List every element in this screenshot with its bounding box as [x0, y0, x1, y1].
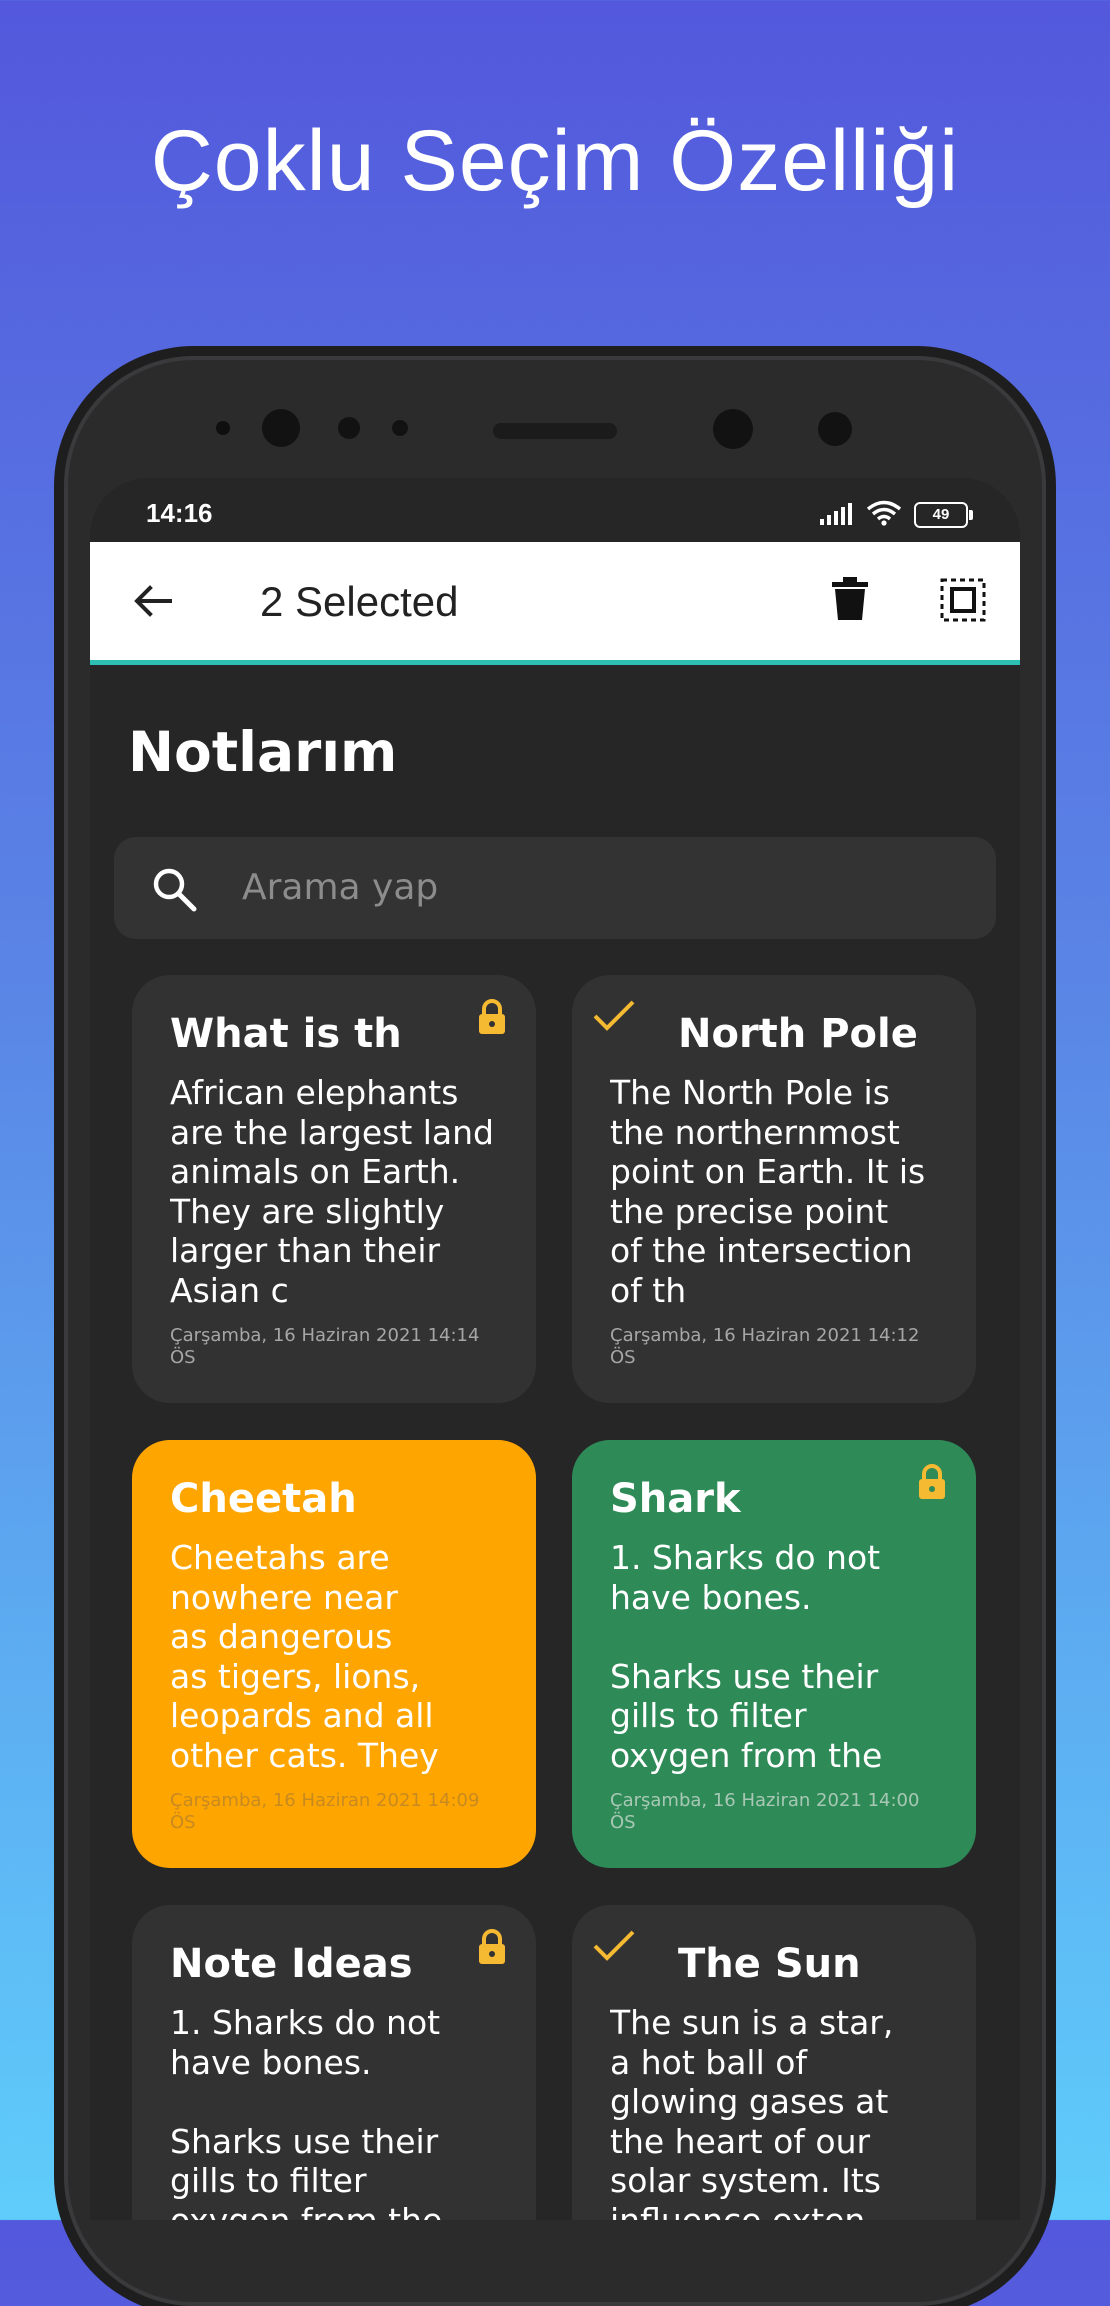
note-date: Çarşamba, 16 Haziran 2021 14:00 ÖS [610, 1790, 920, 1833]
note-title: The Sun [678, 1941, 861, 1987]
note-body: Cheetahs are nowhere near as dangerous a… [170, 1538, 439, 1775]
check-icon [592, 1929, 636, 1967]
phone-sensor [216, 421, 230, 435]
note-card-selected[interactable]: North Pole The North Pole is the norther… [572, 975, 976, 1403]
note-card[interactable]: What is th African elephants are the lar… [132, 975, 536, 1403]
phone-side-button [1046, 1020, 1054, 1155]
battery-icon: 49 [914, 502, 973, 528]
select-all-icon[interactable] [940, 578, 986, 626]
front-camera [262, 409, 300, 447]
back-arrow-icon[interactable] [130, 578, 176, 624]
status-icons: 49 [818, 500, 973, 530]
signal-icon [818, 501, 854, 529]
check-icon [592, 999, 636, 1037]
note-date: Çarşamba, 16 Haziran 2021 14:12 ÖS [610, 1325, 920, 1368]
note-title: Note Ideas [170, 1941, 413, 1987]
note-card[interactable]: Shark 1. Sharks do not have bones. Shark… [572, 1440, 976, 1868]
lock-icon [476, 999, 508, 1039]
note-card-selected[interactable]: The Sun The sun is a star, a hot ball of… [572, 1905, 976, 2220]
note-body: African elephants are the largest land a… [170, 1073, 495, 1310]
wifi-icon [866, 500, 902, 530]
note-body: 1. Sharks do not have bones. Sharks use … [610, 1538, 883, 1775]
note-title: North Pole [678, 1011, 918, 1057]
note-title: Shark [610, 1476, 741, 1522]
phone-side-button [56, 1140, 64, 1275]
note-body: The sun is a star, a hot ball of glowing… [610, 2003, 894, 2220]
page-title: Notlarım [128, 720, 398, 784]
selection-app-bar: 2 Selected [90, 542, 1020, 665]
phone-side-button [56, 720, 64, 1010]
phone-screen: 14:16 49 2 Selected Notlarım Arama yap W… [90, 478, 1020, 2220]
earpiece-speaker [493, 423, 617, 439]
phone-sensor [338, 417, 360, 439]
note-body: The North Pole is the northernmost point… [610, 1073, 926, 1310]
search-bar[interactable]: Arama yap [114, 837, 996, 939]
selection-count-title: 2 Selected [260, 578, 459, 625]
lock-icon [476, 1929, 508, 1969]
status-bar: 14:16 49 [90, 478, 1020, 542]
status-time: 14:16 [146, 498, 213, 528]
phone-sensor [818, 412, 852, 446]
note-card[interactable]: Cheetah Cheetahs are nowhere near as dan… [132, 1440, 536, 1868]
note-card[interactable]: Note Ideas 1. Sharks do not have bones. … [132, 1905, 536, 2220]
search-icon [150, 865, 198, 917]
lock-icon [916, 1464, 948, 1504]
note-title: Cheetah [170, 1476, 357, 1522]
search-input[interactable]: Arama yap [242, 867, 438, 908]
note-body: 1. Sharks do not have bones. Sharks use … [170, 2003, 443, 2220]
delete-icon[interactable] [830, 576, 870, 626]
promo-headline: Çoklu Seçim Özelliği [150, 113, 960, 209]
note-date: Çarşamba, 16 Haziran 2021 14:09 ÖS [170, 1790, 480, 1833]
front-camera-secondary [713, 409, 753, 449]
phone-sensor [392, 420, 408, 436]
note-title: What is th [170, 1011, 402, 1057]
note-date: Çarşamba, 16 Haziran 2021 14:14 ÖS [170, 1325, 480, 1368]
